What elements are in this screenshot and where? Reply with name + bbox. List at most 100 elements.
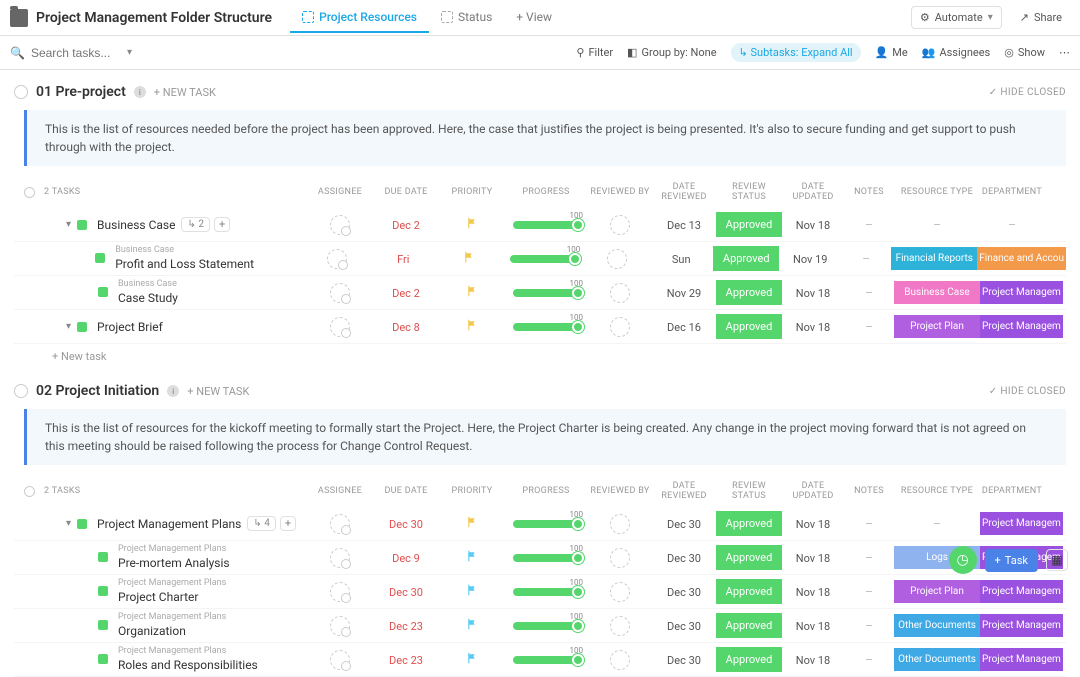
assignee-placeholder[interactable] [330, 582, 350, 602]
date-reviewed[interactable]: Dec 30 [667, 518, 701, 531]
due-date[interactable]: Dec 23 [389, 620, 423, 633]
reviewer-placeholder[interactable] [610, 582, 630, 602]
resource-type-tag[interactable]: Project Plan [894, 580, 980, 603]
date-reviewed[interactable]: Dec 13 [667, 219, 701, 232]
review-status[interactable]: Approved [716, 613, 782, 638]
new-task-link[interactable]: + NEW TASK [154, 86, 216, 99]
tab-project-resources[interactable]: Project Resources [290, 3, 429, 33]
notes-cell[interactable]: – [865, 585, 873, 599]
flag-icon[interactable] [466, 319, 478, 331]
assignee-placeholder[interactable] [330, 548, 350, 568]
more-icon[interactable]: ⋯ [1059, 46, 1070, 59]
resource-type-tag[interactable]: Other Documents [894, 648, 980, 671]
progress-bar[interactable]: 100 [504, 323, 588, 331]
group-button[interactable]: ◧ Group by: None [627, 46, 717, 59]
reviewer-placeholder[interactable] [610, 215, 630, 235]
table-row[interactable]: Project Management PlansRoles and Respon… [14, 643, 1066, 677]
status-square[interactable] [77, 519, 87, 529]
date-updated[interactable]: Nov 18 [796, 518, 830, 531]
status-square[interactable] [77, 322, 87, 332]
share-button[interactable]: ↗ Share [1012, 7, 1070, 28]
info-icon[interactable]: i [167, 385, 179, 397]
apps-icon[interactable]: ▦ [1046, 549, 1068, 571]
resource-type-tag[interactable]: Other Documents [894, 614, 980, 637]
progress-bar[interactable]: 100 [501, 255, 585, 263]
table-row[interactable]: ▾Project Brief Dec 8 100 Dec 16 Approved… [14, 310, 1066, 344]
table-row[interactable]: Project Management PlansProject Charter … [14, 575, 1066, 609]
info-icon[interactable]: i [134, 86, 146, 98]
status-square[interactable] [98, 654, 108, 664]
task-name[interactable]: Organization [118, 624, 226, 638]
date-reviewed[interactable]: Dec 30 [667, 552, 701, 565]
add-subtask[interactable]: + [214, 217, 230, 232]
task-name[interactable]: Roles and Responsibilities [118, 658, 258, 672]
department-tag[interactable]: Project Managem [980, 648, 1063, 671]
review-status[interactable]: Approved [716, 212, 782, 237]
reviewer-placeholder[interactable] [610, 317, 630, 337]
department-tag[interactable]: Project Managem [980, 614, 1063, 637]
assignee-placeholder[interactable] [330, 650, 350, 670]
task-name[interactable]: Profit and Loss Statement [115, 257, 254, 271]
table-row[interactable]: ▾Project Management Plans↳ 4+ Dec 30 100… [14, 507, 1066, 541]
status-square[interactable] [98, 552, 108, 562]
chevron-down-icon[interactable]: ▾ [66, 518, 71, 529]
resource-type-tag[interactable]: Project Plan [894, 315, 980, 338]
flag-icon[interactable] [466, 516, 478, 528]
due-date[interactable]: Dec 30 [389, 586, 423, 599]
department-tag[interactable]: Project Managem [980, 580, 1063, 603]
status-square[interactable] [98, 586, 108, 596]
task-name[interactable]: Pre-mortem Analysis [118, 556, 230, 570]
due-date[interactable]: Fri [397, 253, 409, 266]
assignee-placeholder[interactable] [330, 514, 350, 534]
assignees-button[interactable]: 👥 Assignees [922, 46, 991, 59]
automate-button[interactable]: ⚙ Automate ▾ [911, 6, 1002, 29]
due-date[interactable]: Dec 30 [389, 518, 423, 531]
due-date[interactable]: Dec 23 [389, 654, 423, 667]
assignee-placeholder[interactable] [330, 215, 350, 235]
chevron-down-icon[interactable]: ▾ [127, 47, 132, 58]
date-updated[interactable]: Nov 18 [796, 287, 830, 300]
filter-button[interactable]: ⚲ Filter [576, 46, 613, 59]
task-name[interactable]: Project Brief [97, 320, 163, 334]
date-reviewed[interactable]: Sun [672, 253, 691, 266]
date-updated[interactable]: Nov 19 [793, 253, 827, 266]
subtasks-pill[interactable]: ↳ Subtasks: Expand All [731, 43, 861, 62]
section-title[interactable]: 02 Project Initiation [36, 383, 159, 399]
show-button[interactable]: ◎ Show [1004, 46, 1045, 59]
task-name[interactable]: Project Management Plans [97, 517, 241, 531]
add-task-row[interactable]: + New task [14, 344, 1066, 369]
reviewer-placeholder[interactable] [610, 616, 630, 636]
review-status[interactable]: Approved [716, 314, 782, 339]
review-status[interactable]: Approved [713, 246, 779, 271]
me-button[interactable]: 👤 Me [875, 46, 908, 59]
assignee-placeholder[interactable] [330, 317, 350, 337]
date-updated[interactable]: Nov 18 [796, 219, 830, 232]
date-updated[interactable]: Nov 18 [796, 586, 830, 599]
assignee-placeholder[interactable] [330, 283, 350, 303]
due-date[interactable]: Dec 2 [392, 287, 420, 300]
flag-icon[interactable] [466, 652, 478, 664]
subtask-count[interactable]: ↳ 4 [247, 516, 275, 531]
hide-closed[interactable]: ✓ HIDE CLOSED [989, 386, 1066, 397]
chevron-down-icon[interactable]: ▾ [66, 219, 71, 230]
progress-bar[interactable]: 100 [504, 520, 588, 528]
date-reviewed[interactable]: Dec 16 [667, 321, 701, 334]
assignee-placeholder[interactable] [327, 249, 347, 269]
notes-cell[interactable]: – [865, 619, 873, 633]
notes-cell[interactable]: – [865, 551, 873, 565]
due-date[interactable]: Dec 8 [392, 321, 420, 334]
date-updated[interactable]: Nov 18 [796, 321, 830, 334]
date-updated[interactable]: Nov 18 [796, 552, 830, 565]
section-toggle[interactable] [14, 85, 28, 99]
task-name[interactable]: Project Charter [118, 590, 226, 604]
subtask-count[interactable]: ↳ 2 [181, 217, 209, 232]
progress-bar[interactable]: 100 [504, 554, 588, 562]
task-name[interactable]: Business Case [97, 218, 175, 232]
task-name[interactable]: Case Study [118, 291, 178, 305]
flag-icon[interactable] [466, 618, 478, 630]
date-reviewed[interactable]: Nov 29 [667, 287, 701, 300]
reviewer-placeholder[interactable] [610, 548, 630, 568]
due-date[interactable]: Dec 2 [392, 219, 420, 232]
timer-fab[interactable]: ◷ [949, 546, 977, 574]
review-status[interactable]: Approved [716, 280, 782, 305]
